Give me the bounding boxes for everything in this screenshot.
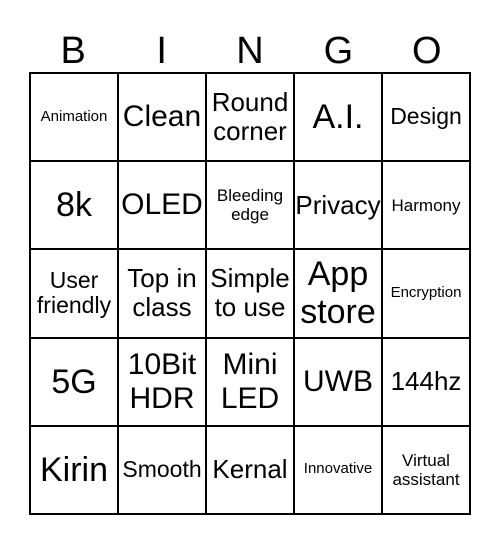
bingo-grid: Animation Clean Round corner A.I. Design…	[29, 72, 471, 515]
bingo-cell[interactable]: Simple to use	[207, 250, 295, 339]
header-letter-i: I	[156, 30, 167, 72]
bingo-cell-label: App store	[300, 255, 376, 332]
bingo-cell-label: OLED	[121, 188, 203, 222]
bingo-cell-label: Kernal	[212, 454, 288, 485]
bingo-cell[interactable]: Kernal	[207, 426, 295, 515]
bingo-cell[interactable]: UWB	[295, 338, 383, 427]
bingo-cell-label: Clean	[122, 100, 202, 134]
bingo-cell-label: Animation	[40, 107, 108, 125]
bingo-cell-label: Harmony	[391, 195, 461, 215]
bingo-cell[interactable]: Bleeding edge	[207, 162, 295, 251]
bingo-header-row: B I N G O	[29, 14, 471, 72]
bingo-cell-label: Simple to use	[210, 263, 290, 323]
bingo-cell[interactable]: Kirin	[31, 426, 119, 515]
bingo-cell-label: Design	[390, 103, 462, 130]
bingo-cell-label: Virtual assistant	[392, 450, 460, 489]
bingo-cell-label: Kirin	[39, 450, 109, 489]
bingo-cell-label: Innovative	[303, 460, 373, 478]
bingo-cell-label: UWB	[303, 364, 373, 398]
bingo-cell[interactable]: Mini LED	[207, 338, 295, 427]
bingo-cell[interactable]: Top in class	[119, 250, 207, 339]
bingo-cell-label: 144hz	[390, 366, 462, 397]
bingo-cell[interactable]: Virtual assistant	[383, 426, 471, 515]
bingo-cell[interactable]: 10Bit HDR	[119, 338, 207, 427]
bingo-cell[interactable]: App store	[295, 250, 383, 339]
bingo-cell[interactable]: Design	[383, 74, 471, 163]
header-letter-g: G	[323, 30, 354, 72]
bingo-cell[interactable]: Animation	[31, 74, 119, 163]
bingo-cell[interactable]: Clean	[119, 74, 207, 163]
bingo-cell[interactable]: Privacy	[295, 162, 383, 251]
bingo-cell[interactable]: 8k	[31, 162, 119, 251]
bingo-cell[interactable]: 5G	[31, 338, 119, 427]
bingo-cell[interactable]: Encryption	[383, 250, 471, 339]
bingo-cell-label: A.I.	[312, 98, 364, 137]
bingo-cell[interactable]: User friendly	[31, 250, 119, 339]
bingo-cell-label: Privacy	[295, 189, 381, 220]
bingo-cell[interactable]: Smooth	[119, 426, 207, 515]
header-letter-o: O	[412, 30, 442, 72]
bingo-cell-label: Mini LED	[220, 348, 280, 415]
bingo-cell-label: 5G	[51, 362, 97, 401]
bingo-cell[interactable]: OLED	[119, 162, 207, 251]
bingo-cell[interactable]: A.I.	[295, 74, 383, 163]
bingo-cell-label: Top in class	[127, 263, 197, 323]
bingo-card: B I N G O Animation Clean Round corner A…	[0, 0, 501, 544]
bingo-cell[interactable]: 144hz	[383, 338, 471, 427]
bingo-cell-label: User friendly	[36, 266, 112, 319]
header-letter-n: N	[236, 30, 264, 72]
bingo-cell-label: Bleeding edge	[216, 186, 284, 225]
bingo-cell[interactable]: Harmony	[383, 162, 471, 251]
bingo-cell[interactable]: Round corner	[207, 74, 295, 163]
bingo-cell-label: Round corner	[211, 86, 289, 147]
bingo-cell-label: Encryption	[390, 284, 462, 302]
bingo-cell-label: 8k	[56, 186, 92, 225]
header-letter-b: B	[60, 30, 86, 72]
bingo-cell-label: 10Bit HDR	[127, 348, 197, 415]
bingo-cell[interactable]: Innovative	[295, 426, 383, 515]
bingo-cell-label: Smooth	[122, 456, 202, 483]
